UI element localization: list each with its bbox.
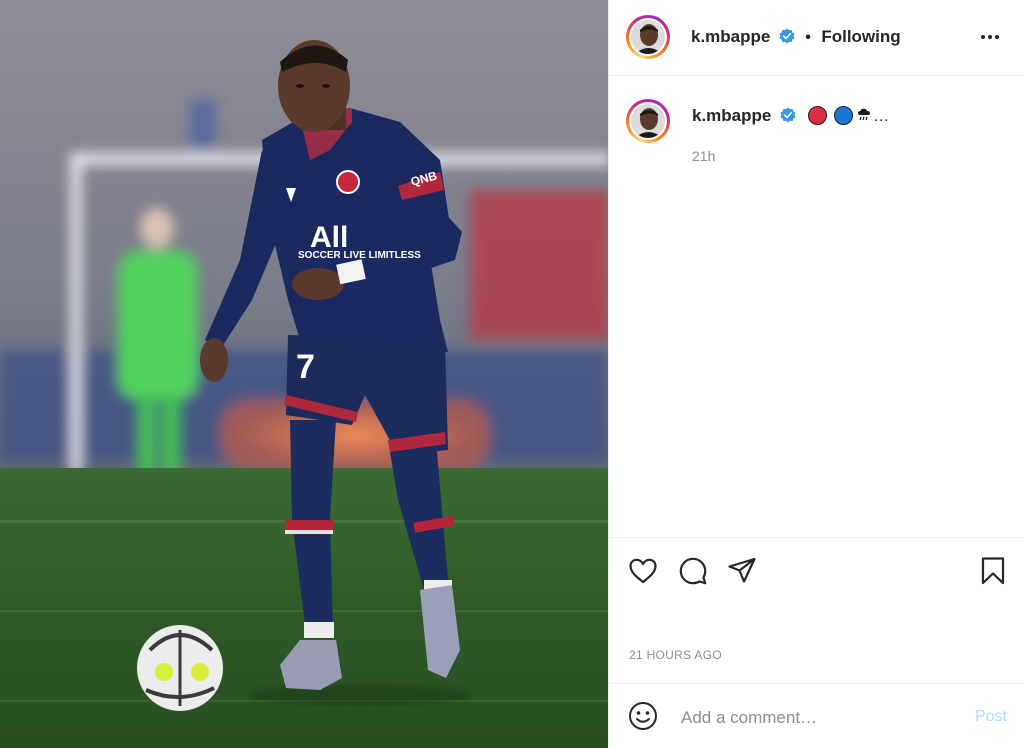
avatar[interactable] — [626, 15, 670, 59]
caption-ellipsis: … — [873, 108, 890, 125]
svg-text:SOCCER LIVE LIMITLESS: SOCCER LIVE LIMITLESS — [298, 250, 421, 261]
header-username[interactable]: k.mbappe — [691, 27, 770, 46]
separator-dot: • — [805, 29, 811, 46]
share-icon[interactable] — [726, 555, 758, 587]
smiley-icon[interactable] — [627, 700, 659, 732]
post-timestamp[interactable]: 21 HOURS AGO — [629, 648, 722, 662]
red-circle-emoji — [808, 106, 828, 125]
verified-badge-icon — [780, 107, 796, 123]
heart-icon[interactable] — [627, 555, 659, 587]
caption-section: k.mbappe … 21h — [609, 76, 1025, 536]
caption-avatar[interactable] — [626, 99, 670, 143]
profile-face-icon — [631, 20, 665, 54]
post-comment-button[interactable]: Post — [975, 708, 1007, 726]
profile-face-icon — [631, 104, 665, 138]
svg-text:7: 7 — [296, 348, 315, 386]
more-options-icon[interactable] — [977, 24, 1003, 50]
caption-username[interactable]: k.mbappe — [692, 106, 771, 125]
verified-badge-icon — [779, 28, 795, 44]
cloud-rain-emoji — [858, 108, 871, 121]
post-header: k.mbappe • Following — [609, 0, 1025, 76]
caption-text: … — [806, 106, 890, 125]
soccer-player-photo: 7 QNB All SOCCER LIVE LIMITLESS — [0, 0, 608, 748]
comment-bar: Post — [609, 683, 1025, 748]
comment-icon[interactable] — [677, 555, 709, 587]
post-view: 7 QNB All SOCCER LIVE LIMITLESS k.mbappe… — [0, 0, 1025, 748]
blue-circle-emoji — [833, 106, 853, 125]
post-sidebar: k.mbappe • Following k.mbappe … 21h 21 H… — [608, 0, 1025, 748]
comment-input[interactable] — [679, 702, 953, 734]
bookmark-icon[interactable] — [977, 555, 1009, 587]
caption-timestamp[interactable]: 21h — [692, 148, 715, 164]
following-button[interactable]: Following — [821, 27, 900, 46]
action-bar — [609, 537, 1025, 607]
post-photo[interactable]: 7 QNB All SOCCER LIVE LIMITLESS — [0, 0, 608, 748]
soccer-ball — [137, 625, 223, 711]
